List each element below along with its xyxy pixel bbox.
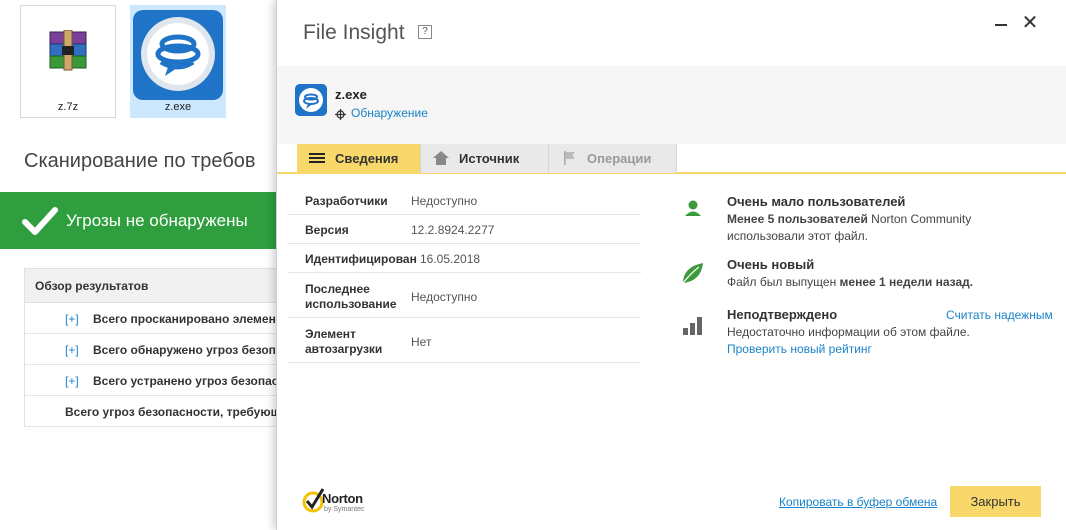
flag-icon bbox=[563, 151, 577, 168]
archive-icon bbox=[46, 29, 90, 77]
insight-users: Очень мало пользователей Менее 5 пользов… bbox=[677, 194, 1057, 244]
detail-value: 16.05.2018 bbox=[420, 252, 481, 266]
insight-text: Недостаточно информации об этом файле. bbox=[727, 325, 970, 339]
help-button[interactable]: ? bbox=[418, 25, 432, 39]
expand-toggle[interactable]: [+] bbox=[65, 374, 79, 388]
file-name-label: z.exe bbox=[164, 101, 192, 113]
details-table: Разработчики Недоступно Версия 12.2.8924… bbox=[288, 186, 641, 363]
dialog-title: File Insight bbox=[303, 21, 405, 44]
norton-logo: Norton by Symantec bbox=[302, 487, 374, 517]
insight-title: Очень новый bbox=[727, 257, 815, 272]
home-icon bbox=[433, 151, 449, 168]
desktop-file-zexe[interactable]: z.exe bbox=[130, 5, 226, 118]
table-row[interactable]: [+] Всего просканировано элемент bbox=[25, 303, 276, 334]
detail-key: Разработчики bbox=[305, 194, 388, 208]
detection-link[interactable]: Обнаружение bbox=[351, 106, 428, 120]
mark-trusted-link[interactable]: Считать надежным bbox=[946, 308, 1053, 322]
detail-value: 12.2.8924.2277 bbox=[411, 223, 495, 237]
insight-rating: Неподтверждено Считать надежным Недостат… bbox=[677, 307, 1057, 359]
desktop-area: z.7z z.exe bbox=[0, 0, 276, 128]
insight-title: Неподтверждено bbox=[727, 307, 838, 322]
scan-status-text: Угрозы не обнаружены bbox=[66, 211, 248, 230]
detail-row: Элемент автозагрузки Нет bbox=[288, 318, 641, 363]
row-label: Всего просканировано элемент bbox=[93, 312, 276, 326]
app-icon bbox=[131, 8, 225, 107]
check-rating-link[interactable]: Проверить новый рейтинг bbox=[727, 342, 872, 356]
detail-row: Разработчики Недоступно bbox=[288, 186, 641, 215]
insight-text: Менее 5 пользователей Norton Community bbox=[727, 212, 972, 226]
row-label: Всего устранено угроз безопас bbox=[93, 374, 276, 388]
tab-label: Сведения bbox=[335, 151, 399, 166]
leaf-icon bbox=[677, 261, 705, 285]
results-table: Обзор результатов [+] Всего просканирова… bbox=[24, 268, 276, 427]
insight-title: Очень мало пользователей bbox=[727, 194, 906, 209]
detail-row: Идентифицирован 16.05.2018 bbox=[288, 244, 641, 273]
list-icon bbox=[309, 152, 325, 167]
file-name: z.exe bbox=[335, 87, 367, 102]
copy-to-clipboard-link[interactable]: Копировать в буфер обмена bbox=[779, 495, 937, 509]
detail-key: Последнее использование bbox=[305, 282, 397, 311]
table-row[interactable]: [+] Всего обнаружено угроз безоп bbox=[25, 334, 276, 365]
minimize-button[interactable] bbox=[993, 12, 1009, 34]
close-icon[interactable]: ✕ bbox=[1021, 12, 1039, 34]
file-insight-dialog: File Insight ? ✕ z.exe Обнаружение Сведе… bbox=[276, 0, 1066, 530]
detail-row: Последнее использование Недоступно bbox=[288, 273, 641, 318]
detail-key: Версия bbox=[305, 223, 349, 237]
bars-icon bbox=[677, 313, 705, 337]
detail-value: Недоступно bbox=[411, 194, 478, 208]
scan-title: Сканирование по требов bbox=[24, 150, 256, 172]
user-icon bbox=[677, 196, 705, 220]
expand-toggle[interactable]: [+] bbox=[65, 312, 79, 326]
file-app-icon bbox=[295, 84, 327, 116]
file-name-label: z.7z bbox=[57, 101, 79, 113]
detail-key: Идентифицирован bbox=[305, 252, 417, 266]
norton-check-icon bbox=[302, 488, 324, 513]
detail-key: Элемент автозагрузки bbox=[305, 327, 383, 356]
logo-wordmark: Norton bbox=[322, 491, 363, 506]
logo-subtitle: by Symantec bbox=[324, 506, 365, 513]
checkmark-icon bbox=[22, 206, 58, 241]
detail-value: Недоступно bbox=[411, 290, 478, 304]
insight-age: Очень новый Файл был выпущен менее 1 нед… bbox=[677, 257, 1057, 297]
file-header: z.exe Обнаружение bbox=[277, 66, 1066, 144]
insight-text: Файл был выпущен менее 1 недели назад. bbox=[727, 275, 974, 289]
tab-label: Операции bbox=[587, 151, 652, 166]
close-button[interactable]: Закрыть bbox=[950, 486, 1041, 517]
detail-value: Нет bbox=[411, 335, 432, 349]
tab-source[interactable]: Источник bbox=[421, 144, 549, 173]
table-row: Всего угроз безопасности, требующ bbox=[25, 396, 276, 427]
tab-label: Источник bbox=[459, 151, 520, 166]
scan-status-banner: Угрозы не обнаружены bbox=[0, 192, 276, 249]
detail-row: Версия 12.2.8924.2277 bbox=[288, 215, 641, 244]
table-row[interactable]: [+] Всего устранено угроз безопас bbox=[25, 365, 276, 396]
results-header: Обзор результатов bbox=[25, 268, 276, 303]
insight-text: использовали этот файл. bbox=[727, 229, 868, 243]
tab-operations: Операции bbox=[549, 144, 677, 173]
expand-toggle[interactable]: [+] bbox=[65, 343, 79, 357]
row-label: Всего обнаружено угроз безоп bbox=[93, 343, 276, 357]
tab-details[interactable]: Сведения bbox=[297, 144, 421, 173]
tab-bar: Сведения Источник Операции bbox=[297, 144, 975, 173]
row-label: Всего угроз безопасности, требующ bbox=[65, 405, 276, 419]
crosshair-icon bbox=[335, 107, 346, 120]
desktop-file-z7z[interactable]: z.7z bbox=[20, 5, 116, 118]
scan-window: Сканирование по требов Угрозы не обнаруж… bbox=[0, 128, 276, 530]
